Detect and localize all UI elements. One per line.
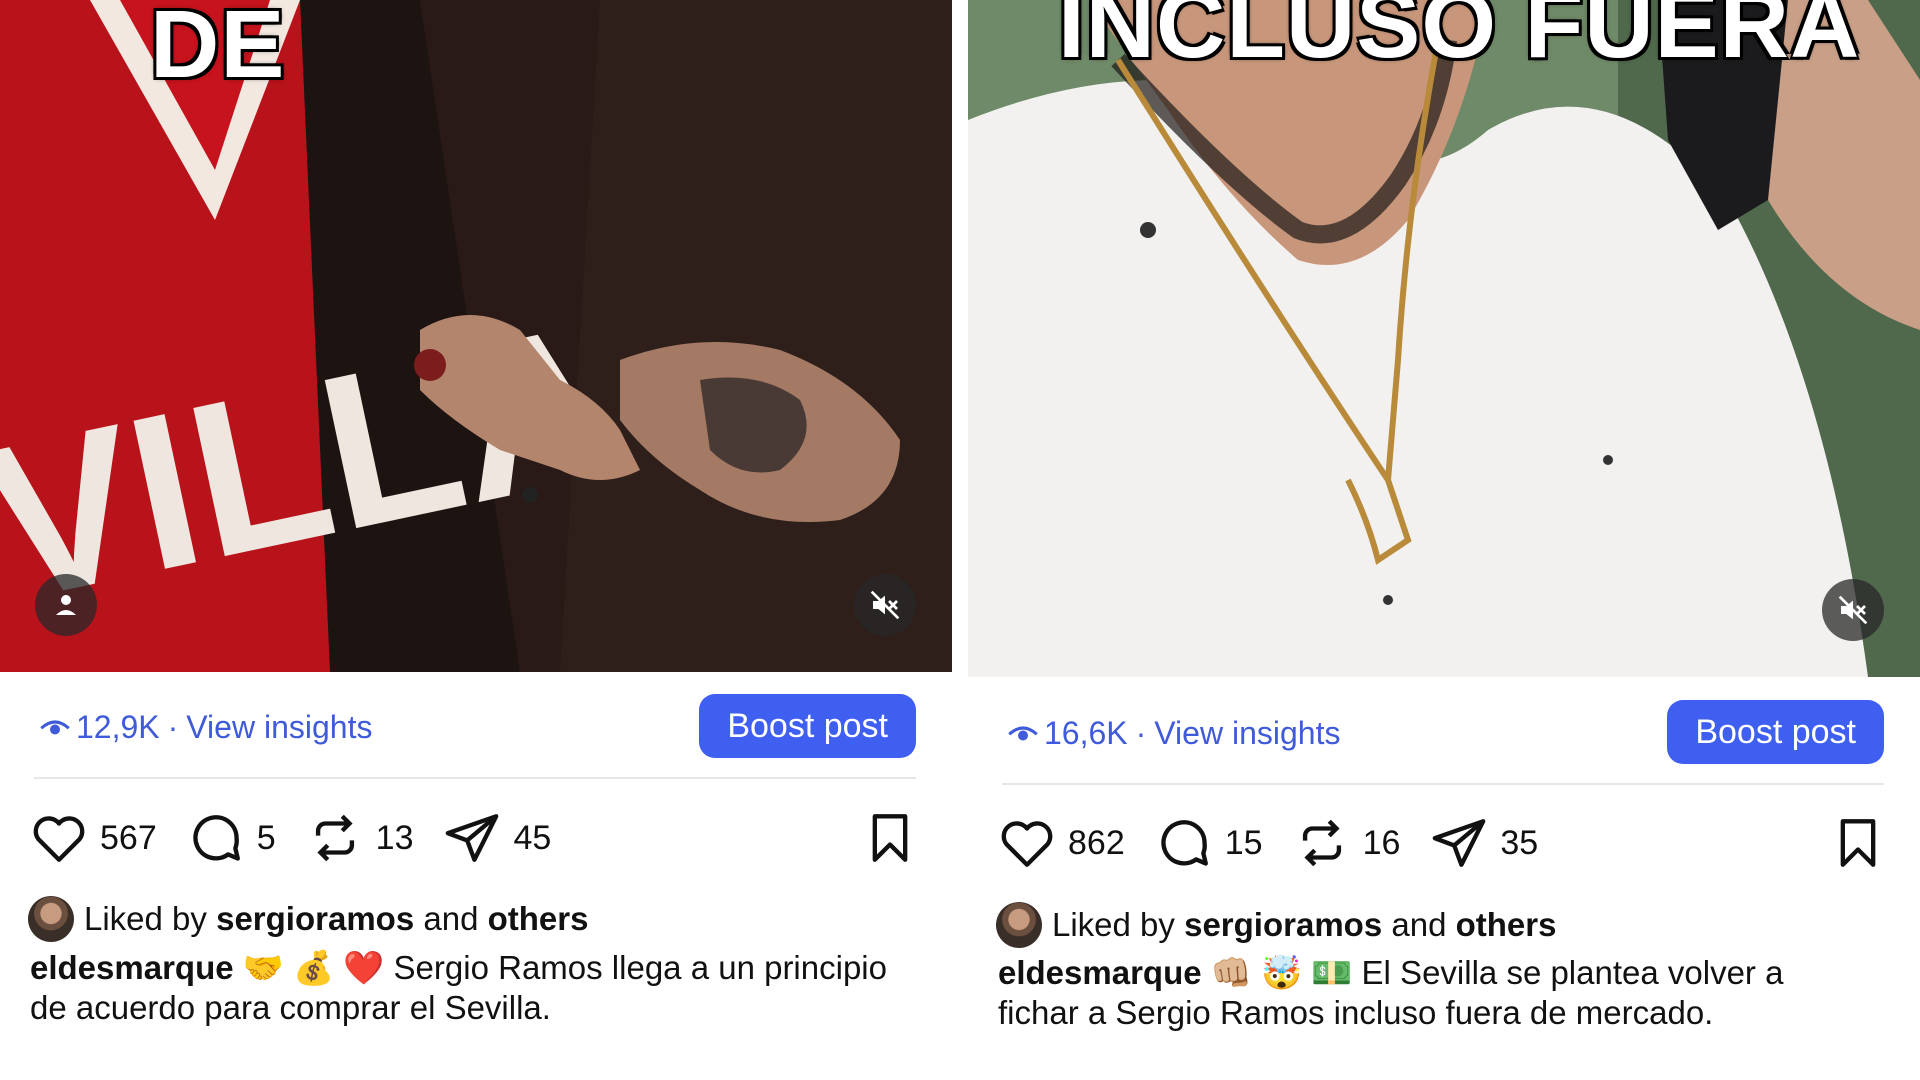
like-count: 862 (1068, 823, 1125, 862)
liked-by-prefix: Liked by (1052, 906, 1175, 943)
post-caption: eldesmarque 👊🏼 🤯 💵 El Sevilla se plantea… (998, 953, 1860, 1033)
like-button[interactable]: 862 (998, 814, 1125, 872)
mute-icon (870, 590, 900, 620)
like-count: 567 (100, 818, 157, 857)
caption-username[interactable]: eldesmarque (998, 954, 1202, 991)
mute-button[interactable] (1822, 579, 1884, 641)
liked-by-user[interactable]: sergioramos (216, 900, 414, 938)
liked-by-others[interactable]: others (1456, 906, 1557, 944)
post-1-video[interactable]: VILLA DE (0, 0, 952, 672)
tagged-users-button[interactable] (35, 574, 97, 636)
eye-icon (40, 720, 70, 735)
comment-button[interactable]: 5 (187, 809, 276, 867)
share-icon (1433, 819, 1486, 867)
liked-by-user[interactable]: sergioramos (1184, 906, 1382, 944)
boost-post-button[interactable]: Boost post (699, 694, 916, 758)
post-1-video-frame: VILLA (0, 0, 952, 672)
mute-button[interactable] (854, 574, 916, 636)
comment-button[interactable]: 15 (1155, 814, 1263, 872)
bookmark-icon[interactable] (864, 810, 916, 866)
repost-icon (1302, 819, 1341, 867)
view-insights-link[interactable]: View insights (1154, 715, 1340, 752)
share-count: 45 (513, 818, 552, 857)
liked-by-and: and (423, 900, 479, 937)
divider (34, 777, 916, 779)
action-bar: 567 5 13 45 (30, 806, 916, 870)
caption-username[interactable]: eldesmarque (30, 949, 234, 986)
liked-by-prefix: Liked by (84, 900, 207, 937)
like-button[interactable]: 567 (30, 809, 157, 867)
repost-count: 16 (1362, 823, 1401, 862)
insights-row: 16,6K · View insights Boost post (1008, 700, 1884, 766)
caption-emojis: 🤝 💰 ❤️ (242, 949, 385, 986)
insights-row: 12,9K · View insights Boost post (40, 694, 916, 760)
bookmark-icon[interactable] (1832, 815, 1884, 871)
repost-button[interactable]: 13 (306, 809, 414, 867)
avatar[interactable] (996, 902, 1042, 948)
share-icon (446, 814, 499, 862)
post-1: VILLA DE 12,9K · View insights Boost pos… (0, 0, 952, 1080)
repost-count: 13 (375, 818, 414, 857)
mute-icon (1838, 595, 1868, 625)
share-count: 35 (1500, 823, 1539, 862)
heart-icon (1001, 821, 1053, 867)
comment-icon (1161, 820, 1208, 866)
share-button[interactable]: 45 (443, 809, 551, 867)
comment-count: 5 (256, 818, 276, 857)
separator: · (1135, 714, 1147, 751)
liked-by: Liked by sergioramos and others (28, 896, 588, 942)
avatar[interactable] (28, 896, 74, 942)
divider (1002, 783, 1884, 785)
view-count: 12,9K (76, 708, 160, 745)
repost-button[interactable]: 16 (1293, 814, 1401, 872)
view-count: 16,6K (1044, 714, 1128, 751)
video-caption-overlay: DE (150, 0, 286, 98)
post-2-video-frame (968, 0, 1920, 677)
action-bar: 862 15 16 35 (998, 811, 1884, 875)
post-2: INCLUSO FUERA 16,6K · View insights Boos… (968, 0, 1920, 1080)
comment-count: 15 (1224, 823, 1263, 862)
liked-by: Liked by sergioramos and others (996, 902, 1556, 948)
view-insights-link[interactable]: View insights (186, 709, 372, 746)
liked-by-and: and (1391, 906, 1447, 943)
liked-by-others[interactable]: others (488, 900, 589, 938)
separator: · (167, 708, 179, 745)
post-2-video[interactable]: INCLUSO FUERA (968, 0, 1920, 677)
eye-icon (1008, 726, 1038, 741)
caption-emojis: 👊🏼 🤯 💵 (1210, 954, 1353, 991)
repost-icon (315, 814, 354, 862)
share-button[interactable]: 35 (1430, 814, 1538, 872)
heart-icon (33, 816, 85, 862)
user-tag-icon (56, 595, 76, 615)
comment-icon (193, 815, 240, 861)
video-caption-overlay: INCLUSO FUERA (1058, 0, 1861, 78)
boost-post-button[interactable]: Boost post (1667, 700, 1884, 764)
post-caption: eldesmarque 🤝 💰 ❤️ Sergio Ramos llega a … (30, 948, 892, 1028)
